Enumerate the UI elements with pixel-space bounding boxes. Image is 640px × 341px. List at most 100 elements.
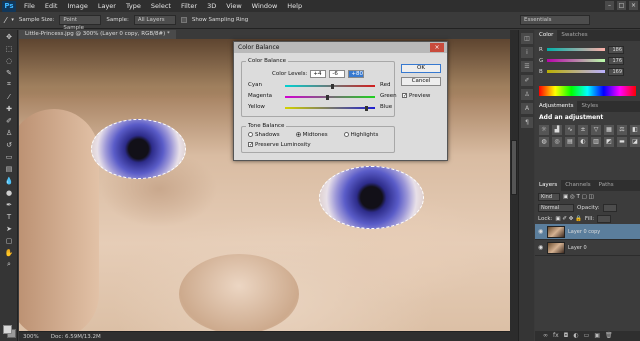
- eyedropper-icon[interactable]: ⁄: [5, 16, 6, 25]
- new-layer-icon[interactable]: ▣: [594, 331, 600, 341]
- curves-icon[interactable]: ∿: [565, 125, 575, 135]
- blur-tool-icon[interactable]: 💧: [2, 175, 16, 186]
- dodge-tool-icon[interactable]: ●: [2, 187, 16, 198]
- tab-layers[interactable]: Layers: [535, 180, 562, 191]
- quick-select-tool-icon[interactable]: ✎: [2, 67, 16, 78]
- document-tab[interactable]: Little-Princess.jpg @ 300% (Layer 0 copy…: [19, 30, 176, 39]
- dialog-title-bar[interactable]: Color Balance ×: [234, 42, 447, 53]
- scroll-thumb[interactable]: [511, 140, 517, 195]
- lock-icons[interactable]: ▣ ✐ ✥ 🔒: [555, 216, 582, 222]
- levels-icon[interactable]: ▟: [552, 125, 562, 135]
- layer-name[interactable]: Layer 0: [568, 245, 587, 251]
- magenta-green-track[interactable]: [285, 96, 375, 98]
- link-layers-icon[interactable]: ∞: [543, 331, 548, 341]
- posterize-icon[interactable]: ▥: [591, 137, 601, 147]
- new-adjustment-icon[interactable]: ◐: [573, 331, 578, 341]
- menu-edit[interactable]: Edit: [40, 2, 63, 10]
- kind-filter-select[interactable]: Kind: [538, 192, 560, 201]
- black-white-icon[interactable]: ◧: [630, 125, 640, 135]
- eyedropper-tool-icon[interactable]: ⁄: [2, 91, 16, 102]
- lasso-tool-icon[interactable]: ◌: [2, 55, 16, 66]
- fill-field[interactable]: [597, 214, 612, 223]
- sample-size-select[interactable]: Point Sample: [59, 15, 102, 31]
- filter-icons[interactable]: ▣ ◎ T ▢ ◫: [563, 194, 594, 200]
- yellow-blue-knob[interactable]: [365, 106, 368, 111]
- color-lookup-icon[interactable]: ▤: [565, 137, 575, 147]
- history-icon[interactable]: ◫: [521, 33, 533, 44]
- foreground-color-swatch[interactable]: [3, 325, 12, 334]
- menu-filter[interactable]: Filter: [176, 2, 202, 10]
- threshold-icon[interactable]: ◩: [604, 137, 614, 147]
- blend-mode-select[interactable]: Normal: [538, 203, 574, 212]
- menu-select[interactable]: Select: [146, 2, 176, 10]
- dialog-close-icon[interactable]: ×: [430, 43, 444, 52]
- magenta-green-level-field[interactable]: -6: [329, 70, 346, 78]
- clone-source-icon[interactable]: ♙: [521, 89, 533, 100]
- hue-saturation-icon[interactable]: ▦: [604, 125, 614, 135]
- menu-file[interactable]: File: [19, 2, 40, 10]
- opacity-field[interactable]: [602, 203, 617, 212]
- layer-row[interactable]: ◉ Layer 0 copy: [535, 224, 640, 240]
- green-value[interactable]: 176: [608, 56, 624, 65]
- menu-layer[interactable]: Layer: [93, 2, 121, 10]
- menu-window[interactable]: Window: [247, 2, 283, 10]
- color-spectrum[interactable]: [539, 86, 636, 96]
- invert-icon[interactable]: ◐: [578, 137, 588, 147]
- close-icon[interactable]: ×: [629, 1, 638, 10]
- add-mask-icon[interactable]: ◘: [564, 331, 569, 341]
- tab-swatches[interactable]: Swatches: [557, 30, 591, 41]
- character-icon[interactable]: A: [521, 103, 533, 114]
- path-select-tool-icon[interactable]: ➤: [2, 223, 16, 234]
- color-balance-icon[interactable]: ⚖: [617, 125, 627, 135]
- tab-styles[interactable]: Styles: [577, 101, 602, 112]
- properties-icon[interactable]: ☰: [521, 61, 533, 72]
- history-brush-icon[interactable]: ↺: [2, 139, 16, 150]
- tab-channels[interactable]: Channels: [561, 180, 594, 191]
- tab-paths[interactable]: Paths: [595, 180, 618, 191]
- zoom-level[interactable]: 300%: [23, 334, 39, 340]
- type-tool-icon[interactable]: T: [2, 211, 16, 222]
- gradient-tool-icon[interactable]: ▤: [2, 163, 16, 174]
- photo-filter-icon[interactable]: ◍: [539, 137, 549, 147]
- shape-tool-icon[interactable]: ▢: [2, 235, 16, 246]
- yellow-blue-track[interactable]: [285, 107, 375, 109]
- crop-tool-icon[interactable]: ⌗: [2, 79, 16, 90]
- highlights-radio[interactable]: Highlights: [343, 132, 378, 138]
- red-slider[interactable]: [547, 48, 605, 51]
- info-icon[interactable]: i: [521, 47, 533, 58]
- blue-value[interactable]: 169: [608, 67, 624, 76]
- new-group-icon[interactable]: ▭: [584, 331, 590, 341]
- tool-preset-arrow-icon[interactable]: ▾: [11, 17, 14, 23]
- magenta-green-knob[interactable]: [326, 95, 330, 100]
- menu-view[interactable]: View: [221, 2, 246, 10]
- menu-image[interactable]: Image: [62, 2, 92, 10]
- vertical-scrollbar[interactable]: [510, 30, 518, 341]
- gradient-map-icon[interactable]: ▬: [617, 137, 627, 147]
- yellow-blue-level-field[interactable]: +80: [348, 70, 365, 78]
- preserve-luminosity-checkbox[interactable]: ✓ Preserve Luminosity: [248, 142, 311, 148]
- pen-tool-icon[interactable]: ✒: [2, 199, 16, 210]
- cancel-button[interactable]: Cancel: [401, 77, 441, 86]
- visibility-eye-icon[interactable]: ◉: [538, 228, 544, 235]
- menu-type[interactable]: Type: [121, 2, 146, 10]
- layer-name[interactable]: Layer 0 copy: [568, 229, 600, 235]
- healing-tool-icon[interactable]: ✚: [2, 103, 16, 114]
- midtones-radio[interactable]: Midtones: [295, 132, 328, 138]
- hand-tool-icon[interactable]: ✋: [2, 247, 16, 258]
- green-slider[interactable]: [547, 59, 605, 62]
- workspace-select[interactable]: Essentials: [520, 15, 590, 25]
- trash-icon[interactable]: 🗑: [605, 331, 613, 341]
- tab-adjustments[interactable]: Adjustments: [535, 101, 578, 112]
- channel-mixer-icon[interactable]: ◎: [552, 137, 562, 147]
- red-value[interactable]: 186: [608, 45, 624, 54]
- maximize-icon[interactable]: □: [617, 1, 626, 10]
- blue-slider[interactable]: [547, 70, 605, 73]
- brush-tool-icon[interactable]: ✐: [2, 115, 16, 126]
- move-tool-icon[interactable]: ✥: [2, 31, 16, 42]
- vibrance-icon[interactable]: ▽: [591, 125, 601, 135]
- shadows-radio[interactable]: Shadows: [248, 132, 280, 138]
- paragraph-icon[interactable]: ¶: [521, 117, 533, 128]
- menu-help[interactable]: Help: [282, 2, 307, 10]
- brush-panel-icon[interactable]: ✐: [521, 75, 533, 86]
- cyan-red-knob[interactable]: [330, 84, 334, 89]
